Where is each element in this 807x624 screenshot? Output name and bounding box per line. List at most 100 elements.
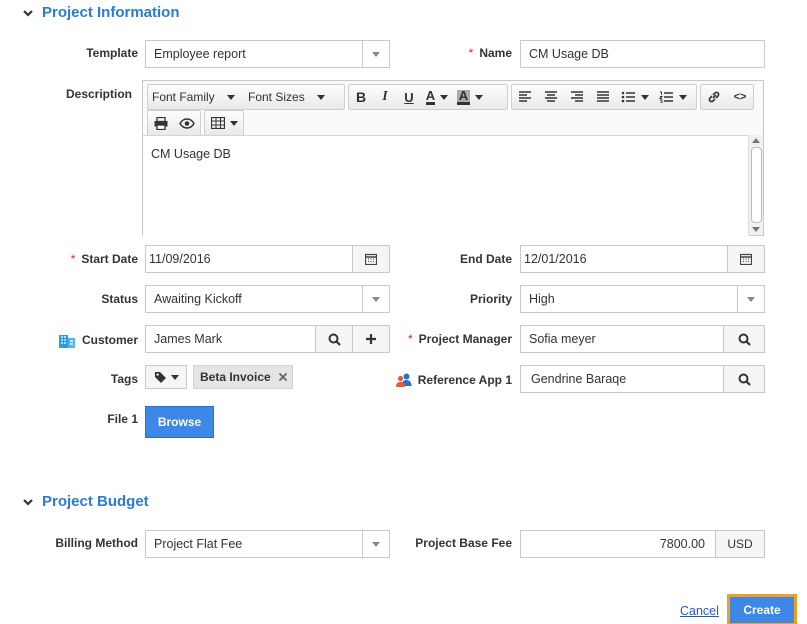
text-color-button[interactable]: A	[421, 86, 453, 108]
caret-down-icon	[226, 94, 235, 100]
caret-down-icon	[170, 374, 179, 380]
template-value: Employee report	[154, 47, 246, 61]
section-title: Project Budget	[42, 493, 149, 510]
start-date-picker-button[interactable]	[352, 246, 389, 272]
customer-search-button[interactable]	[315, 326, 352, 352]
billing-method-select[interactable]: Project Flat Fee	[145, 530, 390, 558]
font-family-select[interactable]: Font Family	[148, 86, 242, 108]
font-group: Font Family Font Sizes	[147, 84, 345, 110]
description-label: Description	[65, 87, 132, 101]
reference-app-input[interactable]: Gendrine Baraqe	[520, 365, 765, 393]
template-label: Template	[86, 46, 138, 60]
scrollbar-thumb[interactable]	[751, 147, 762, 223]
users-icon	[395, 373, 412, 387]
project-base-fee-value: 7800.00	[659, 537, 705, 551]
dropdown-caret[interactable]	[362, 286, 389, 312]
align-center-button[interactable]	[538, 86, 564, 108]
link-button[interactable]	[701, 86, 727, 108]
section-header-project-information[interactable]: Project Information	[22, 4, 180, 21]
bold-button[interactable]: B	[349, 86, 373, 108]
format-group: B I U A A	[348, 84, 508, 110]
browse-button[interactable]: Browse	[145, 406, 214, 438]
print-icon	[154, 116, 168, 130]
tag-label: Beta Invoice	[200, 370, 271, 384]
link-icon	[708, 91, 720, 103]
required-marker: *	[407, 332, 413, 346]
description-editor[interactable]: Font Family Font Sizes B I U A A <> CM U…	[142, 80, 764, 236]
eye-icon	[179, 117, 195, 129]
billing-method-value: Project Flat Fee	[154, 537, 243, 551]
project-manager-label: * Project Manager	[407, 332, 512, 346]
italic-button[interactable]: I	[373, 86, 397, 108]
cancel-link[interactable]: Cancel	[680, 604, 719, 618]
priority-value: High	[529, 292, 555, 306]
project-base-fee-label: Project Base Fee	[415, 536, 512, 550]
justify-icon	[597, 91, 609, 102]
table-button[interactable]	[205, 112, 243, 134]
print-button[interactable]	[148, 112, 174, 134]
chevron-down-icon	[23, 498, 33, 506]
status-select[interactable]: Awaiting Kickoff	[145, 285, 390, 313]
editor-content[interactable]: CM Usage DB	[143, 135, 749, 236]
tags-label: Tags	[110, 372, 138, 386]
end-date-label: End Date	[459, 252, 512, 266]
tag-picker-button[interactable]	[145, 365, 187, 389]
tag-icon	[154, 371, 166, 383]
priority-select[interactable]: High	[520, 285, 765, 313]
name-input[interactable]: CM Usage DB	[520, 40, 765, 68]
plus-icon	[366, 334, 376, 344]
customer-input[interactable]: James Mark	[145, 325, 390, 353]
font-sizes-select[interactable]: Font Sizes	[242, 86, 342, 108]
project-manager-search-button[interactable]	[723, 326, 764, 352]
align-group	[511, 84, 697, 110]
caret-down-icon	[641, 94, 649, 100]
reference-app-value: Gendrine Baraqe	[531, 372, 627, 386]
dropdown-caret[interactable]	[737, 286, 764, 312]
align-right-button[interactable]	[564, 86, 590, 108]
table-icon	[210, 117, 225, 129]
source-code-button[interactable]: <>	[727, 86, 753, 108]
editor-toolbar-row2	[147, 110, 244, 136]
end-date-picker-button[interactable]	[727, 246, 764, 272]
caret-down-icon	[679, 94, 687, 100]
reference-app-label: Reference App 1	[380, 372, 512, 388]
editor-text: CM Usage DB	[151, 147, 231, 161]
scroll-down-icon[interactable]	[752, 227, 760, 232]
customer-add-button[interactable]	[352, 326, 389, 352]
template-select[interactable]: Employee report	[145, 40, 390, 68]
calendar-icon	[740, 253, 752, 265]
caret-down-icon	[440, 94, 449, 100]
project-manager-value: Sofia meyer	[529, 332, 596, 346]
editor-scrollbar[interactable]	[748, 135, 763, 235]
status-value: Awaiting Kickoff	[154, 292, 242, 306]
editor-toolbar: Font Family Font Sizes B I U A A <>	[147, 84, 754, 110]
start-date-input[interactable]: 11/09/2016	[145, 245, 390, 273]
scroll-up-icon[interactable]	[752, 138, 760, 143]
underline-button[interactable]: U	[397, 86, 421, 108]
numbered-list-button[interactable]	[654, 86, 692, 108]
project-base-fee-input[interactable]: 7800.00 USD	[520, 530, 765, 558]
required-marker: *	[70, 252, 76, 266]
status-label: Status	[101, 292, 138, 306]
section-header-project-budget[interactable]: Project Budget	[22, 493, 149, 510]
bg-color-button[interactable]: A	[453, 86, 487, 108]
start-date-value: 11/09/2016	[149, 252, 211, 266]
remove-tag-icon[interactable]	[278, 372, 288, 382]
dropdown-caret[interactable]	[362, 531, 389, 557]
create-button[interactable]: Create	[727, 594, 797, 624]
calendar-icon	[365, 253, 377, 265]
bullet-list-button[interactable]	[616, 86, 654, 108]
align-left-icon	[519, 91, 531, 102]
align-left-button[interactable]	[512, 86, 538, 108]
reference-app-search-button[interactable]	[723, 366, 764, 392]
project-manager-input[interactable]: Sofia meyer	[520, 325, 765, 353]
end-date-input[interactable]: 12/01/2016	[520, 245, 765, 273]
search-icon	[738, 333, 751, 346]
bullet-list-icon	[621, 91, 635, 103]
billing-method-label: Billing Method	[55, 536, 138, 550]
preview-button[interactable]	[174, 112, 200, 134]
dropdown-caret[interactable]	[362, 41, 389, 67]
print-group	[147, 110, 201, 136]
caret-down-icon	[229, 120, 238, 126]
justify-button[interactable]	[590, 86, 616, 108]
